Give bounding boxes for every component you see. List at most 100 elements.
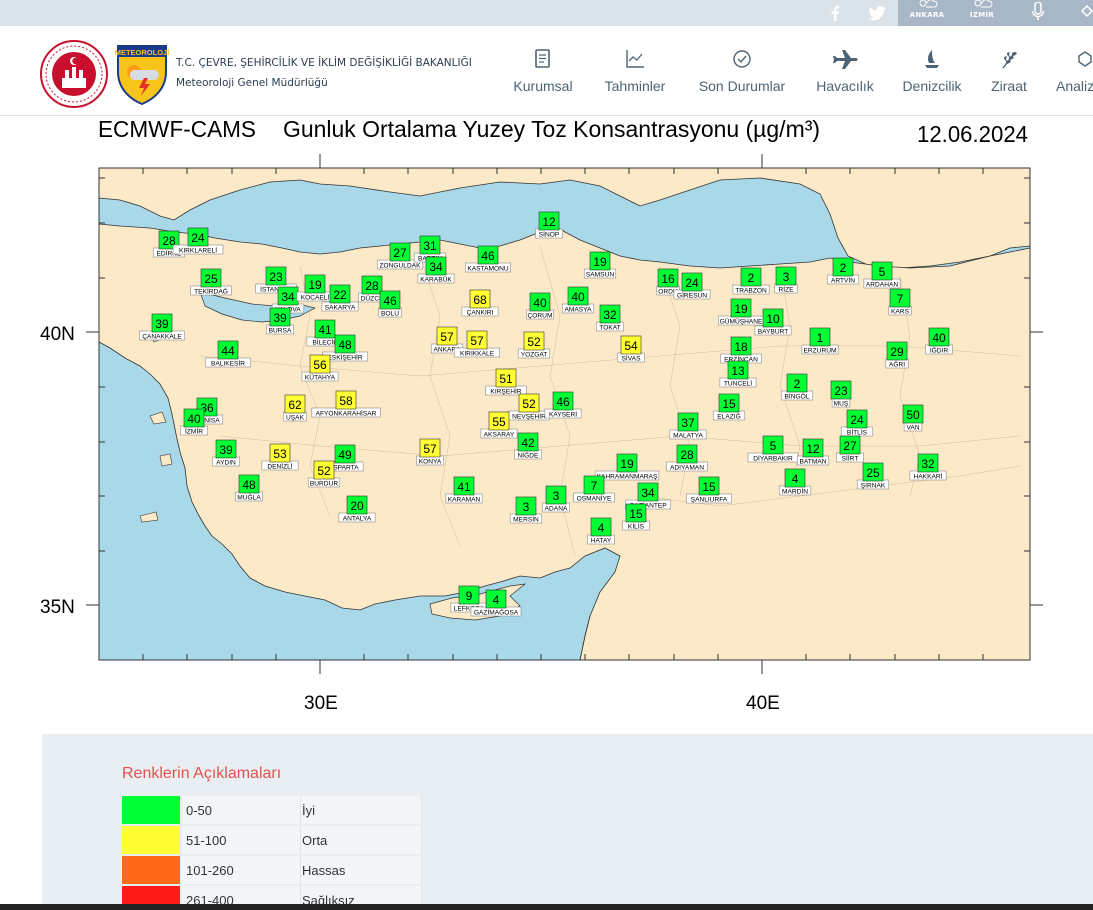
meteoroloji-logo[interactable]: METEOROLOJİ: [114, 40, 170, 106]
station-value: 53: [273, 447, 287, 461]
station-name: UŞAK: [286, 415, 305, 422]
nav-tahminler[interactable]: Tahminler: [600, 46, 670, 100]
station-marker: TOKAT 32: [596, 304, 624, 332]
station-name: AKSARAY: [484, 432, 515, 439]
station-value: 42: [521, 436, 535, 450]
station-name: YOZGAT: [521, 352, 548, 359]
station-name: ESKİŞEHİR: [327, 353, 362, 362]
nav-denizcilik[interactable]: Denizcilik: [898, 46, 966, 100]
station-value: 41: [457, 480, 471, 494]
station-marker: AYDIN 39: [212, 439, 240, 467]
nav-son-durumlar[interactable]: Son Durumlar: [694, 46, 790, 100]
station-value: 54: [624, 339, 638, 353]
station-value: 25: [204, 272, 218, 286]
station-value: 19: [308, 278, 322, 292]
sailboat-icon: [925, 50, 939, 68]
station-value: 32: [603, 308, 617, 322]
legend-range: 0-50: [186, 803, 213, 818]
map-svg: ECMWF-CAMS Gunluk Ortalama Yuzey Toz Kon…: [40, 116, 1043, 714]
station-value: 34: [281, 290, 295, 304]
station-name: KARAMAN: [448, 497, 481, 504]
cloud-sun-icon: [974, 0, 993, 8]
station-name: BURDUR: [310, 481, 338, 488]
station-name: DENİZLİ: [267, 462, 292, 471]
station-name: AĞRI: [889, 360, 905, 369]
station-value: 7: [897, 292, 904, 306]
station-marker: KONYA 57: [416, 438, 444, 466]
station-name: ARTVİN: [831, 276, 855, 285]
station-value: 58: [339, 394, 353, 408]
station-name: KIRKLARELİ: [179, 246, 217, 255]
nav-havacilik[interactable]: Havacılık: [814, 46, 876, 100]
nav-label: Denizcilik: [902, 78, 962, 94]
airplane-icon: [833, 50, 858, 69]
station-name: ARDAHAN: [866, 282, 898, 289]
station-name: OSMANİYE: [577, 494, 612, 503]
station-name: KONYA: [419, 459, 442, 466]
station-name: NİĞDE: [518, 451, 539, 460]
station-value: 2: [794, 377, 801, 391]
station-name: SİVAS: [622, 354, 642, 363]
facebook-icon[interactable]: [820, 0, 850, 26]
station-name: VAN: [906, 425, 919, 432]
lat-label-35n: 35N: [40, 597, 75, 618]
station-name: ÇANKIRI: [467, 310, 494, 317]
station-name: BAYBURT: [758, 329, 789, 336]
station-name: BOLU: [381, 311, 399, 318]
city-label: İZMİR: [969, 11, 995, 19]
legend-row-sensitive: 101-260 Hassas: [122, 856, 422, 886]
station-value: 4: [598, 521, 605, 535]
station-name: BİTLİS: [847, 428, 868, 437]
station-name: KARS: [891, 309, 910, 316]
station-value: 20: [350, 499, 364, 513]
station-marker: AĞRI29: [885, 341, 909, 369]
station-marker: SİİRT27: [836, 435, 864, 463]
station-name: BATMAN: [800, 459, 827, 466]
bottom-scroll-bar: [0, 904, 1093, 910]
station-name: NEVŞEHİR: [512, 412, 546, 421]
settings-icon[interactable]: [1068, 0, 1093, 26]
lon-label-40e: 40E: [746, 693, 780, 714]
station-value: 2: [748, 271, 755, 285]
city-ankara[interactable]: ANKARA: [903, 0, 951, 26]
station-value: 41: [318, 323, 332, 337]
station-value: 3: [783, 270, 790, 284]
city-izmir[interactable]: İZMİR: [958, 0, 1006, 26]
nav-analiz[interactable]: Analiz: [1054, 46, 1093, 100]
station-name: TOKAT: [599, 325, 620, 332]
microphone-icon[interactable]: [1014, 0, 1062, 26]
station-name: KAYSERİ: [549, 410, 577, 419]
station-value: 24: [191, 231, 205, 245]
ministry-logo[interactable]: [40, 40, 108, 108]
station-name: BALIKESİR: [211, 359, 245, 368]
station-value: 16: [661, 272, 675, 286]
station-value: 46: [556, 395, 570, 409]
nav-label: Kurumsal: [513, 78, 573, 94]
station-name: MUĞLA: [237, 493, 261, 502]
station-value: 37: [681, 416, 695, 430]
station-value: 40: [187, 412, 201, 426]
station-value: 29: [890, 345, 904, 359]
station-name: BURSA: [269, 328, 292, 335]
station-value: 18: [734, 340, 748, 354]
station-value: 40: [571, 290, 585, 304]
station-name: ERZURUM: [804, 348, 837, 355]
station-value: 27: [393, 246, 407, 260]
station-value: 15: [722, 397, 736, 411]
nav-kurumsal[interactable]: Kurumsal: [512, 46, 574, 100]
station-name: DİYARBAKIR: [753, 454, 793, 463]
top-utility-bar: ANKARA İZMİR: [0, 0, 1093, 26]
twitter-icon[interactable]: [862, 0, 892, 26]
station-value: 55: [492, 415, 506, 429]
station-name: SİİRT: [842, 454, 859, 463]
station-value: 5: [770, 439, 777, 453]
map-model: ECMWF-CAMS: [98, 116, 256, 142]
map-title: Gunluk Ortalama Yuzey Toz Konsantrasyonu…: [283, 116, 820, 142]
logo-text: METEOROLOJİ: [115, 48, 170, 57]
station-name: ADANA: [545, 506, 568, 513]
station-name: MARDİN: [782, 487, 808, 496]
legend-title: Renklerin Açıklamaları: [122, 765, 282, 782]
station-value: 13: [731, 364, 745, 378]
nav-ziraat[interactable]: Ziraat: [986, 46, 1032, 100]
legend-range: 51-100: [186, 833, 227, 848]
